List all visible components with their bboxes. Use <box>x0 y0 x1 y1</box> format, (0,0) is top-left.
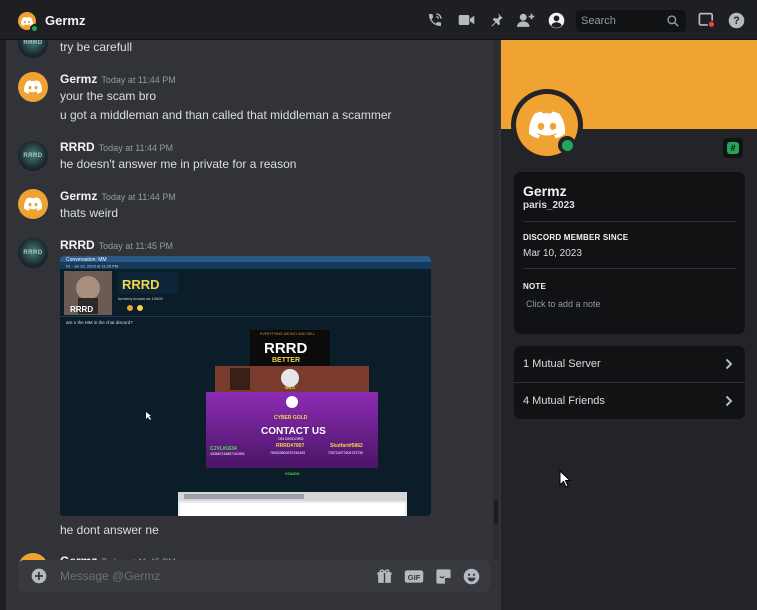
discord-logo-icon <box>24 80 42 94</box>
attachment-id1-num: 433667116887191591 <box>210 452 245 456</box>
user-profile-toggle-icon[interactable] <box>547 11 565 29</box>
hashtag-badge-icon[interactable]: # <box>723 138 743 158</box>
profile-online-status <box>558 136 576 154</box>
message-content: u got a middleman and than called that m… <box>60 108 392 122</box>
discord-window: Germz ? RRRD try be carefull <box>0 0 757 610</box>
divider <box>523 268 736 269</box>
sticker-icon[interactable] <box>434 567 452 585</box>
message-content: try be carefull <box>60 40 133 54</box>
note-title: NOTE <box>523 282 547 291</box>
call-icon[interactable] <box>426 11 444 29</box>
message-avatar[interactable]: RRRD <box>18 238 48 268</box>
attachment-id3-num: 725724977604723730 <box>328 451 363 455</box>
svg-text:RRRD: RRRD <box>122 277 160 292</box>
scrollbar-thumb[interactable] <box>494 500 498 524</box>
attachment-banner-top: EVERYTHING WE BUY AND SELL <box>260 332 315 336</box>
profile-display-name: Germz <box>523 183 567 199</box>
discord-logo-icon <box>24 197 42 211</box>
attachment-id2-num: 759023800970740409 <box>270 451 305 455</box>
search-input[interactable] <box>581 13 666 29</box>
attachment-vouch: VOUCH <box>285 471 300 476</box>
discord-logo-icon <box>529 111 565 139</box>
message-timestamp: Today at 11:44 PM <box>101 75 176 85</box>
member-since-title: DISCORD MEMBER SINCE <box>523 233 629 242</box>
pin-icon[interactable] <box>487 11 505 29</box>
scrollbar-track[interactable] <box>493 40 499 560</box>
divider <box>523 221 736 222</box>
dm-title: Germz <box>45 13 86 28</box>
add-attachment-icon[interactable] <box>30 567 48 585</box>
message-author[interactable]: Germz Today at 11:44 PM <box>60 72 176 86</box>
mouse-cursor-icon <box>559 470 571 488</box>
attachment-id2-name: RRRD#7897 <box>276 443 305 449</box>
mutuals-card: 1 Mutual Server 4 Mutual Friends <box>514 346 745 419</box>
attachment-on: ON DISCORD <box>278 436 304 441</box>
profile-info-card: Germz paris_2023 DISCORD MEMBER SINCE Ma… <box>514 172 745 334</box>
svg-text:?: ? <box>733 15 739 27</box>
user-profile-panel: # Germz paris_2023 DISCORD MEMBER SINCE … <box>501 40 757 610</box>
message-content: he dont answer ne <box>60 523 159 537</box>
online-status-indicator <box>30 24 39 33</box>
inbox-icon[interactable] <box>697 11 715 29</box>
attachment-logo: RRRD <box>264 340 307 357</box>
video-icon[interactable] <box>457 11 475 29</box>
help-icon[interactable]: ? <box>727 11 745 29</box>
search-box[interactable] <box>576 10 686 32</box>
attachment-former: formerly known as 10500 <box>118 296 163 301</box>
message-list: RRRD try be carefull Germz Today at 11:44… <box>6 40 501 610</box>
chevron-right-icon <box>723 394 735 408</box>
message-content: thats weird <box>60 206 119 220</box>
message-avatar[interactable]: RRRD <box>18 141 48 171</box>
dm-header: Germz ? <box>0 0 757 40</box>
message-avatar[interactable]: RRRD <box>18 40 48 58</box>
attachment-date: #1 - Jul 22, 2023 at 11:25 PM <box>66 264 118 269</box>
mutual-friends-row[interactable]: 4 Mutual Friends <box>514 383 745 419</box>
message-input[interactable] <box>60 568 360 584</box>
image-attachment[interactable]: Conversation: MM #1 - Jul 22, 2023 at 11… <box>60 256 431 516</box>
svg-text:GIF: GIF <box>408 572 421 581</box>
emoji-icon[interactable] <box>462 567 480 585</box>
profile-username: paris_2023 <box>523 200 575 211</box>
attachment-body: are u the MM in the chat discord? <box>66 320 133 325</box>
mutual-friends-label: 4 Mutual Friends <box>523 395 605 407</box>
attachment-id3-name: Skotfart#5862 <box>330 443 363 449</box>
message-content: he doesn't answer me in private for a re… <box>60 157 297 171</box>
gif-icon[interactable]: GIF <box>404 567 424 585</box>
message-composer[interactable]: GIF <box>18 560 490 592</box>
message-timestamp: Today at 11:44 PM <box>98 143 174 153</box>
message-author[interactable]: Germz Today at 11:44 PM <box>60 189 176 203</box>
message-author[interactable]: RRRD Today at 11:45 PM <box>60 238 173 252</box>
add-friend-icon[interactable] <box>517 11 535 29</box>
header-avatar[interactable] <box>18 12 39 33</box>
message-avatar[interactable] <box>18 72 48 102</box>
message-author[interactable]: RRRD Today at 11:44 PM <box>60 140 173 154</box>
attachment-screenshot: Conversation: MM #1 - Jul 22, 2023 at 11… <box>60 256 431 516</box>
gift-icon[interactable] <box>375 567 393 585</box>
mutual-servers-row[interactable]: 1 Mutual Server <box>514 346 745 382</box>
message-timestamp: Today at 11:44 PM <box>101 192 176 202</box>
mutual-servers-label: 1 Mutual Server <box>523 358 601 370</box>
svg-text:RRRD: RRRD <box>70 305 93 314</box>
message-timestamp: Today at 11:45 PM <box>98 241 174 251</box>
search-icon <box>667 15 679 27</box>
attachment-cyber: CYBER GOLD <box>274 415 308 421</box>
chevron-right-icon <box>723 357 735 371</box>
attachment-better: BETTER <box>272 357 300 364</box>
message-avatar[interactable] <box>18 189 48 219</box>
message-content: your the scam bro <box>60 89 157 103</box>
member-since-date: Mar 10, 2023 <box>523 248 582 259</box>
attachment-wild: WILD <box>285 385 295 390</box>
note-input[interactable]: Click to add a note <box>526 299 601 309</box>
